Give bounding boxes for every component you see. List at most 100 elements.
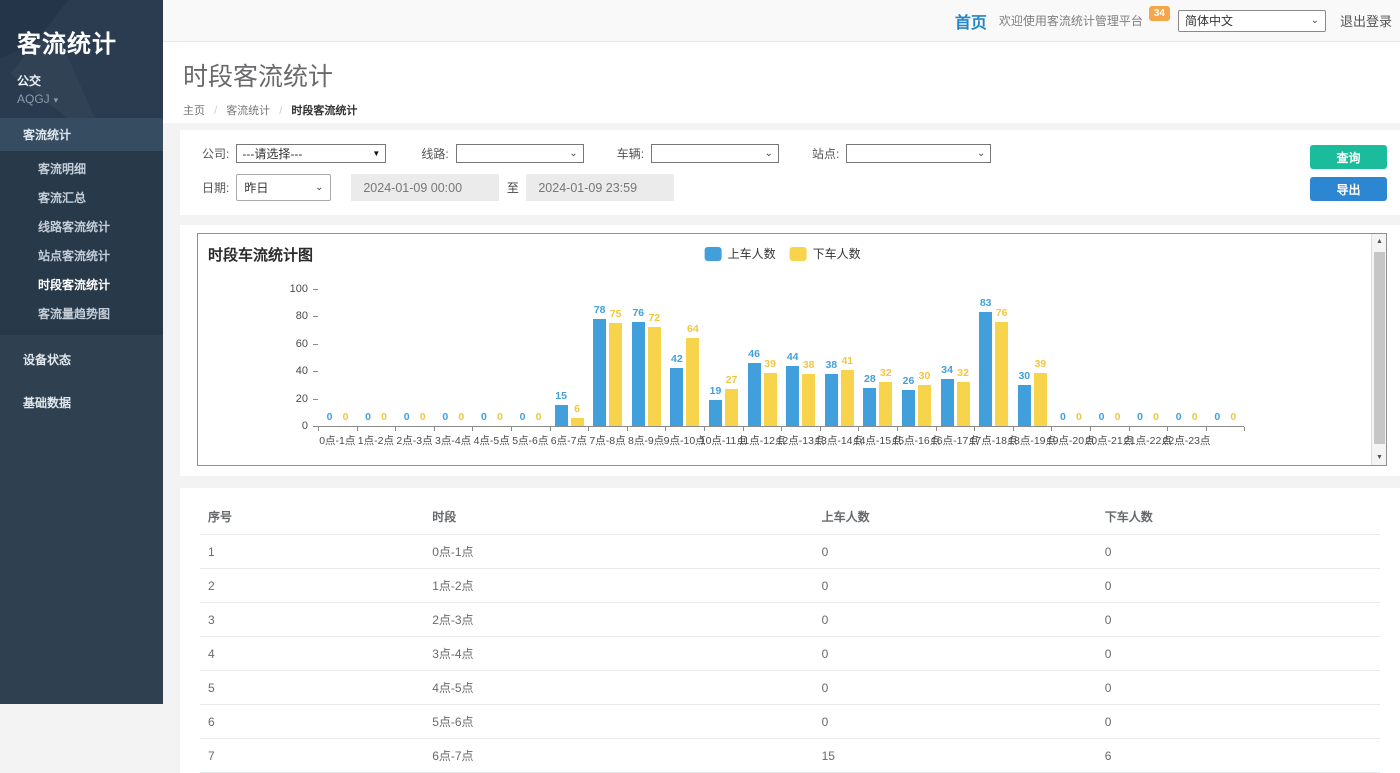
station-select[interactable]: ⌄: [846, 144, 991, 163]
sidebar-item-5[interactable]: 客流量趋势图: [0, 299, 163, 328]
bar-value-alighting: 72: [639, 312, 669, 324]
user-menu[interactable]: AQGJ▾: [17, 92, 163, 106]
y-tick-label: 80: [278, 310, 308, 322]
table-cell: 0: [1097, 637, 1380, 671]
bar-alighting: [841, 370, 854, 426]
table-cell: 15: [814, 739, 1097, 773]
table-cell: 0: [814, 671, 1097, 705]
bar-boarding: [670, 368, 683, 426]
bar-alighting: [571, 418, 584, 426]
date-to-input[interactable]: 2024-01-09 23:59: [526, 174, 674, 201]
sidebar-group-base-data[interactable]: 基础数据: [0, 384, 163, 421]
notification-badge[interactable]: 34: [1149, 6, 1170, 21]
sidebar-item-2[interactable]: 线路客流统计: [0, 212, 163, 241]
breadcrumb-section[interactable]: 客流统计: [226, 105, 270, 117]
y-tick-label: 60: [278, 338, 308, 350]
company-select-value: ---请选择---: [242, 145, 302, 162]
bar-boarding: [863, 388, 876, 426]
chevron-down-icon: ⌄: [569, 148, 577, 159]
table-header-row: 序号 时段 上车人数 下车人数: [200, 498, 1380, 535]
header-seq: 序号: [200, 498, 424, 535]
station-label: 站点:: [812, 145, 839, 162]
table-cell: 6点-7点: [424, 739, 813, 773]
chart-scrollbar[interactable]: ▲ ▼: [1371, 234, 1386, 465]
table-cell: 0: [814, 535, 1097, 569]
sidebar-item-1[interactable]: 客流汇总: [0, 183, 163, 212]
line-select[interactable]: ⌄: [456, 144, 584, 163]
sidebar-group-passenger-stats[interactable]: 客流统计: [0, 118, 163, 151]
bar-boarding: [941, 379, 954, 426]
table-cell: 0: [1097, 671, 1380, 705]
x-tick: [1167, 427, 1168, 431]
table-cell: 0: [814, 637, 1097, 671]
bar-boarding: [593, 319, 606, 426]
x-tick: [1129, 427, 1130, 431]
bar-value-alighting: 39: [1025, 358, 1055, 370]
table-cell: 0: [1097, 535, 1380, 569]
table-cell: 0: [1097, 569, 1380, 603]
table-cell: 2点-3点: [424, 603, 813, 637]
date-from-input[interactable]: 2024-01-09 00:00: [351, 174, 499, 201]
sidebar-brand: 客流统计 公交 AQGJ▾: [0, 0, 163, 118]
header-period: 时段: [424, 498, 813, 535]
language-select[interactable]: 简体中文 ⌄: [1178, 10, 1326, 32]
user-name: AQGJ: [17, 92, 50, 106]
y-tick-label: 100: [278, 283, 308, 295]
sidebar-item-3[interactable]: 站点客流统计: [0, 241, 163, 270]
company-select[interactable]: ---请选择--- ▼: [236, 144, 386, 163]
welcome-text: 欢迎使用客流统计管理平台: [999, 12, 1143, 29]
logout-link[interactable]: 退出登录: [1340, 11, 1392, 30]
page-header: 时段客流统计 主页 / 客流统计 / 时段客流统计: [163, 42, 1400, 131]
table-cell: 0: [814, 705, 1097, 739]
chart-panel: 时段车流统计图 上车人数 下车人数 020406080100000点-1点001…: [180, 225, 1400, 476]
table-cell: 0: [1097, 705, 1380, 739]
table-cell: 0点-1点: [424, 535, 813, 569]
export-button[interactable]: 导出: [1310, 177, 1387, 201]
stats-table: 序号 时段 上车人数 下车人数 10点-1点0021点-2点0032点-3点00…: [200, 498, 1380, 773]
table-cell: 2: [200, 569, 424, 603]
home-link[interactable]: 首页: [955, 9, 987, 33]
x-tick: [897, 427, 898, 431]
header-boarding: 上车人数: [814, 498, 1097, 535]
x-tick: [511, 427, 512, 431]
bar-alighting: [648, 327, 661, 426]
bar-value-boarding: 19: [701, 385, 731, 397]
bar-value-boarding: 42: [662, 353, 692, 365]
x-tick: [936, 427, 937, 431]
bar-alighting: [686, 338, 699, 426]
bar-value-boarding: 30: [1009, 370, 1039, 382]
x-tick: [704, 427, 705, 431]
sidebar-item-0[interactable]: 客流明细: [0, 154, 163, 183]
vehicle-select[interactable]: ⌄: [651, 144, 779, 163]
table-cell: 1点-2点: [424, 569, 813, 603]
scroll-up-arrow-icon[interactable]: ▲: [1372, 234, 1387, 249]
date-preset-select[interactable]: 昨日 ⌄: [236, 174, 331, 201]
x-tick: [472, 427, 473, 431]
scrollbar-thumb[interactable]: [1374, 252, 1385, 444]
table-cell: 5: [200, 671, 424, 705]
table-row: 10点-1点00: [200, 535, 1380, 569]
table-cell: 3点-4点: [424, 637, 813, 671]
x-tick: [357, 427, 358, 431]
date-preset-value: 昨日: [244, 179, 268, 196]
x-tick: [550, 427, 551, 431]
bar-value-alighting: 64: [678, 323, 708, 335]
table-panel: 序号 时段 上车人数 下车人数 10点-1点0021点-2点0032点-3点00…: [180, 488, 1400, 773]
x-tick: [858, 427, 859, 431]
chevron-down-icon: ⌄: [315, 182, 323, 193]
sidebar-item-4[interactable]: 时段客流统计: [0, 270, 163, 299]
bar-value-alighting: 76: [987, 307, 1017, 319]
scroll-down-arrow-icon[interactable]: ▼: [1372, 450, 1387, 465]
x-tick: [1013, 427, 1014, 431]
table-row: 21点-2点00: [200, 569, 1380, 603]
breadcrumb-home[interactable]: 主页: [183, 105, 205, 117]
bar-value-alighting: 41: [832, 355, 862, 367]
x-tick: [1051, 427, 1052, 431]
x-tick: [665, 427, 666, 431]
x-tick: [974, 427, 975, 431]
bar-value-alighting: 6: [562, 403, 592, 415]
sidebar-group-device-status[interactable]: 设备状态: [0, 341, 163, 378]
table-cell: 0: [814, 569, 1097, 603]
bar-boarding: [902, 390, 915, 426]
query-button[interactable]: 查询: [1310, 145, 1387, 169]
